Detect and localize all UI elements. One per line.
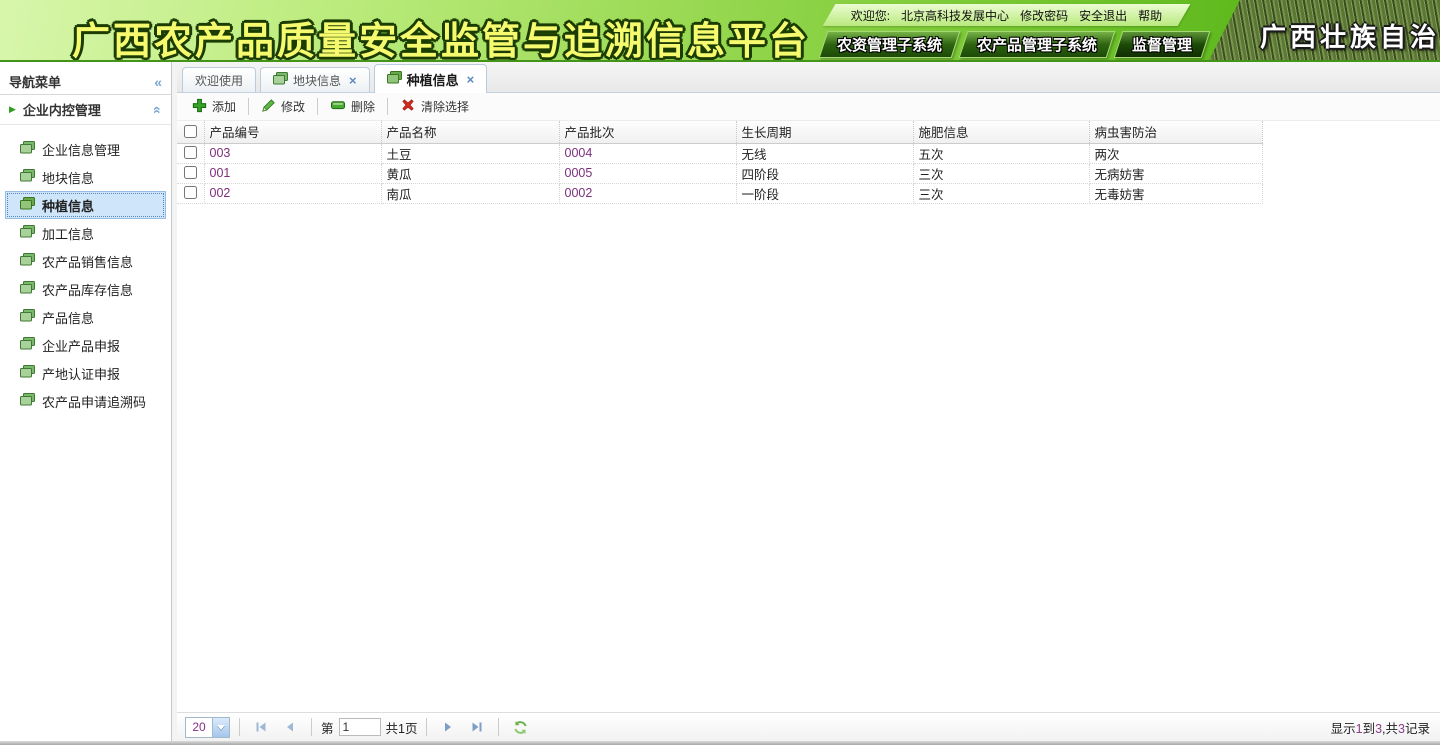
group-collapse-icon[interactable]: « bbox=[151, 106, 165, 114]
chevron-down-icon bbox=[212, 718, 229, 737]
folder-icon bbox=[20, 225, 35, 241]
help-link[interactable]: 帮助 bbox=[1138, 7, 1162, 24]
close-icon[interactable]: × bbox=[349, 73, 357, 88]
grid-toolbar: 添加 修改 删除 清除选择 bbox=[177, 93, 1440, 121]
page-title: 广西农产品质量安全监管与追溯信息平台 bbox=[72, 10, 810, 62]
column-header: 病虫害防治 bbox=[1089, 121, 1262, 143]
last-page-button[interactable] bbox=[465, 716, 489, 738]
clear-selection-icon bbox=[400, 97, 416, 116]
subsystem-supervision-button[interactable]: 监督管理 bbox=[1114, 31, 1211, 58]
logout-link[interactable]: 安全退出 bbox=[1079, 7, 1127, 24]
subsystem-nav: 农资管理子系统 农产品管理子系统 监督管理 bbox=[823, 31, 1206, 58]
tab-welcome[interactable]: 欢迎使用 bbox=[182, 67, 256, 92]
edit-icon bbox=[261, 98, 276, 116]
row-checkbox[interactable] bbox=[184, 186, 197, 199]
page-prefix-label: 第 bbox=[321, 718, 334, 737]
sidebar-item-processing-info[interactable]: 加工信息 bbox=[5, 219, 166, 247]
subsystem-agri-materials-button[interactable]: 农资管理子系统 bbox=[819, 31, 961, 58]
table-row[interactable]: 002 南瓜 0002 一阶段 三次 无毒妨害 bbox=[177, 183, 1262, 203]
welcome-prefix: 欢迎您: bbox=[851, 7, 890, 24]
sidebar-item-planting-info[interactable]: 种植信息 bbox=[5, 191, 166, 219]
folder-icon bbox=[20, 393, 35, 409]
toolbar-separator bbox=[387, 98, 388, 115]
nav-sidebar: 导航菜单 « ▶ 企业内控管理 « 企业信息管理 地块信息 种植信息 加工信息 bbox=[0, 62, 172, 741]
pager-separator bbox=[498, 718, 499, 736]
folder-icon bbox=[20, 281, 35, 297]
folder-icon bbox=[20, 337, 35, 353]
delete-button[interactable]: 删除 bbox=[321, 95, 384, 119]
delete-icon bbox=[330, 97, 346, 116]
sidebar-menu: 企业信息管理 地块信息 种植信息 加工信息 农产品销售信息 农产品库存信息 产品… bbox=[0, 125, 171, 415]
row-checkbox[interactable] bbox=[184, 146, 197, 159]
table-row[interactable]: 001 黄瓜 0005 四阶段 三次 无病妨害 bbox=[177, 163, 1262, 183]
next-page-button[interactable] bbox=[436, 716, 460, 738]
main-panel: 欢迎使用 地块信息 × 种植信息 × 添加 修改 删除 bbox=[177, 62, 1440, 741]
edit-button[interactable]: 修改 bbox=[252, 95, 314, 119]
sidebar-item-product-info[interactable]: 产品信息 bbox=[5, 303, 166, 331]
region-label: 广西壮族自治区 bbox=[1260, 17, 1440, 54]
folder-icon bbox=[20, 309, 35, 325]
folder-icon bbox=[20, 197, 35, 213]
folder-icon bbox=[273, 72, 288, 88]
subsystem-agri-products-button[interactable]: 农产品管理子系统 bbox=[959, 31, 1116, 58]
table-row[interactable]: 003 土豆 0004 无线 五次 两次 bbox=[177, 143, 1262, 163]
tab-plot-info[interactable]: 地块信息 × bbox=[260, 67, 370, 92]
welcome-bar: 欢迎您: 北京高科技发展中心 修改密码 安全退出 帮助 bbox=[822, 4, 1190, 26]
toolbar-separator bbox=[248, 98, 249, 115]
folder-icon bbox=[20, 169, 35, 185]
page-size-select[interactable]: 20 bbox=[185, 717, 230, 738]
folder-icon bbox=[20, 253, 35, 269]
column-header: 产品编号 bbox=[204, 121, 381, 143]
folder-icon bbox=[20, 365, 35, 381]
data-grid: 产品编号 产品名称 产品批次 生长周期 施肥信息 病虫害防治 003 土豆 00… bbox=[177, 121, 1263, 204]
sidebar-item-origin-certification[interactable]: 产地认证申报 bbox=[5, 359, 166, 387]
sidebar-item-sales-info[interactable]: 农产品销售信息 bbox=[5, 247, 166, 275]
grid-header-row: 产品编号 产品名称 产品批次 生长周期 施肥信息 病虫害防治 bbox=[177, 121, 1262, 143]
folder-icon bbox=[387, 71, 402, 87]
pager-bar: 20 第 共1页 显示1到3,共3记录 bbox=[177, 712, 1440, 741]
first-page-button[interactable] bbox=[249, 716, 273, 738]
page-number-input[interactable] bbox=[339, 718, 381, 736]
tab-planting-info[interactable]: 种植信息 × bbox=[374, 64, 488, 93]
column-header: 施肥信息 bbox=[913, 121, 1089, 143]
pager-separator bbox=[311, 718, 312, 736]
sidebar-title: 导航菜单 bbox=[9, 72, 61, 91]
close-icon[interactable]: × bbox=[467, 72, 475, 87]
folder-icon bbox=[20, 141, 35, 157]
row-checkbox[interactable] bbox=[184, 166, 197, 179]
wheat-photo: 广西壮族自治区 bbox=[1208, 0, 1440, 62]
add-button[interactable]: 添加 bbox=[183, 95, 245, 119]
toolbar-separator bbox=[317, 98, 318, 115]
pager-separator bbox=[426, 718, 427, 736]
group-arrow-icon: ▶ bbox=[9, 104, 16, 115]
window-bottom-edge bbox=[0, 741, 1440, 745]
sidebar-collapse-icon[interactable]: « bbox=[154, 75, 162, 89]
column-header: 产品批次 bbox=[559, 121, 736, 143]
column-header: 产品名称 bbox=[381, 121, 559, 143]
select-all-checkbox[interactable] bbox=[184, 125, 197, 138]
change-password-link[interactable]: 修改密码 bbox=[1020, 7, 1068, 24]
sidebar-item-enterprise-info[interactable]: 企业信息管理 bbox=[5, 135, 166, 163]
total-pages-label: 共1页 bbox=[386, 718, 418, 737]
sidebar-group-internal-control[interactable]: ▶ 企业内控管理 « bbox=[0, 95, 171, 125]
column-header: 生长周期 bbox=[736, 121, 913, 143]
refresh-icon[interactable] bbox=[508, 716, 532, 738]
tab-bar: 欢迎使用 地块信息 × 种植信息 × bbox=[177, 62, 1440, 93]
header-banner: 广西农产品质量安全监管与追溯信息平台 欢迎您: 北京高科技发展中心 修改密码 安… bbox=[0, 0, 1440, 62]
sidebar-item-product-declaration[interactable]: 企业产品申报 bbox=[5, 331, 166, 359]
clear-selection-button[interactable]: 清除选择 bbox=[391, 95, 478, 119]
sidebar-item-plot-info[interactable]: 地块信息 bbox=[5, 163, 166, 191]
sidebar-item-traceability-code[interactable]: 农产品申请追溯码 bbox=[5, 387, 166, 415]
prev-page-button[interactable] bbox=[278, 716, 302, 738]
pager-separator bbox=[239, 718, 240, 736]
add-icon bbox=[192, 98, 207, 116]
record-count-status: 显示1到3,共3记录 bbox=[1331, 718, 1430, 737]
sidebar-item-inventory-info[interactable]: 农产品库存信息 bbox=[5, 275, 166, 303]
grid-empty-area bbox=[177, 204, 1440, 713]
current-user: 北京高科技发展中心 bbox=[901, 7, 1009, 24]
